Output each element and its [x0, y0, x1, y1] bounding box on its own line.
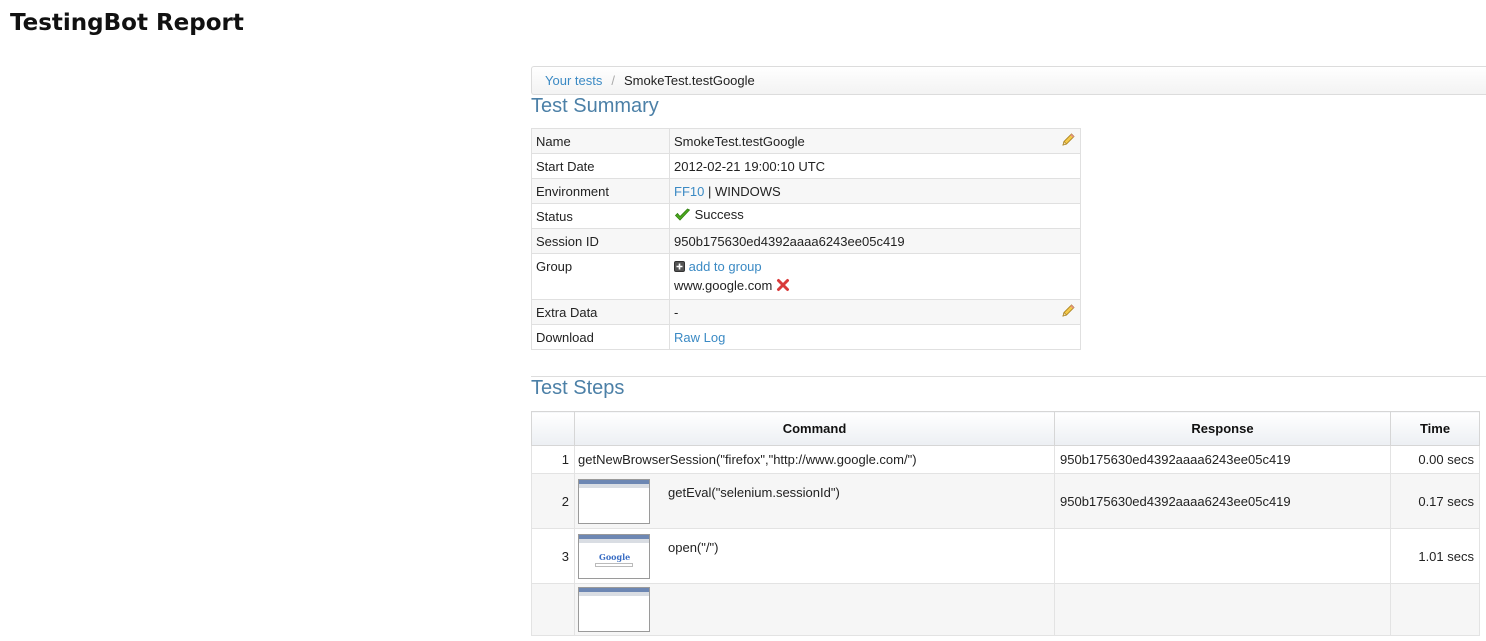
step-response [1054, 583, 1391, 636]
column-header-response: Response [1054, 411, 1391, 446]
step-number: 3 [531, 528, 575, 584]
summary-row-extra-data: Extra Data - [531, 299, 1081, 325]
column-header-time: Time [1390, 411, 1480, 446]
summary-value-cell: SmokeTest.testGoogle [669, 128, 1081, 154]
step-time: 0.17 secs [1390, 473, 1480, 529]
extra-data-cell: - [669, 299, 1081, 325]
step-command-cell: Google open("/") [574, 528, 1055, 584]
column-header-num [531, 411, 575, 446]
screenshot-thumbnail[interactable] [578, 587, 650, 632]
summary-row-status: Status Success [531, 203, 1081, 229]
summary-row-group: Group add to group www.google.com [531, 253, 1081, 300]
breadcrumb-current: SmokeTest.testGoogle [623, 73, 755, 88]
summary-label: Extra Data [531, 299, 670, 325]
breadcrumb-your-tests-link[interactable]: Your tests [545, 73, 602, 88]
os-value: | WINDOWS [704, 183, 781, 199]
summary-label: Session ID [531, 228, 670, 254]
screenshot-thumbnail[interactable]: Google [578, 533, 650, 579]
step-time: 1.01 secs [1390, 528, 1480, 584]
step-response [1054, 528, 1391, 584]
summary-label: Name [531, 128, 670, 154]
summary-label: Status [531, 203, 670, 229]
step-command-cell: getEval("selenium.sessionId") [574, 473, 1055, 529]
add-to-group-link[interactable]: add to group [689, 259, 762, 274]
thumbnail-logo: Google [599, 551, 631, 562]
summary-row-start-date: Start Date 2012-02-21 19:00:10 UTC [531, 153, 1081, 179]
summary-row-environment: Environment FF10 | WINDOWS [531, 178, 1081, 204]
step-number [531, 583, 575, 636]
download-cell: Raw Log [669, 324, 1081, 350]
summary-row-download: Download Raw Log [531, 324, 1081, 350]
group-value-cell: add to group www.google.com [669, 253, 1081, 300]
environment-value: FF10 | WINDOWS [669, 178, 1081, 204]
main-content: Your tests / SmokeTest.testGoogle Test S… [531, 66, 1486, 636]
test-summary-heading: Test Summary [531, 95, 659, 117]
summary-label: Environment [531, 178, 670, 204]
step-time: 0.00 secs [1390, 445, 1480, 474]
extra-data-value: - [674, 304, 679, 320]
status-value: Success [694, 207, 744, 223]
step-response: 950b175630ed4392aaaa6243ee05c419 [1054, 473, 1391, 529]
session-id-value: 950b175630ed4392aaaa6243ee05c419 [669, 228, 1081, 254]
browser-link[interactable]: FF10 [674, 184, 704, 199]
page-title: TestingBot Report [10, 10, 244, 36]
test-steps-table: Command Response Time 1 getNewBrowserSes… [531, 411, 1480, 636]
test-steps-heading: Test Steps [531, 377, 625, 399]
table-row: 1 getNewBrowserSession("firefox","http:/… [531, 445, 1480, 474]
table-row: 2 getEval("selenium.sessionId") 950b1756… [531, 473, 1480, 529]
summary-label: Group [531, 253, 670, 300]
step-command: getEval("selenium.sessionId") [668, 484, 840, 500]
step-command: getNewBrowserSession("firefox","http://w… [574, 445, 1055, 474]
test-name-value: SmokeTest.testGoogle [674, 133, 805, 149]
pencil-icon[interactable] [1060, 132, 1076, 151]
status-value-cell: Success [669, 203, 1081, 229]
summary-row-name: Name SmokeTest.testGoogle [531, 128, 1081, 154]
pencil-icon[interactable] [1060, 303, 1076, 322]
table-row [531, 583, 1480, 636]
step-command: open("/") [668, 539, 719, 555]
breadcrumb-separator: / [611, 73, 615, 88]
checkmark-icon [674, 208, 691, 225]
table-row: 3 Google open("/") 1.01 secs [531, 528, 1480, 584]
raw-log-link[interactable]: Raw Log [674, 330, 725, 345]
step-response: 950b175630ed4392aaaa6243ee05c419 [1054, 445, 1391, 474]
step-number: 1 [531, 445, 575, 474]
plus-square-icon[interactable] [674, 260, 685, 275]
test-summary-table: Name SmokeTest.testGoogle Start Date 201… [531, 128, 1081, 350]
start-date-value: 2012-02-21 19:00:10 UTC [669, 153, 1081, 179]
screenshot-thumbnail[interactable] [578, 478, 650, 524]
breadcrumb: Your tests / SmokeTest.testGoogle [531, 66, 1486, 95]
group-name: www.google.com [674, 278, 773, 294]
steps-header-row: Command Response Time [531, 411, 1480, 446]
step-command-cell [574, 583, 1055, 636]
column-header-command: Command [574, 411, 1055, 446]
summary-row-session-id: Session ID 950b175630ed4392aaaa6243ee05c… [531, 228, 1081, 254]
step-number: 2 [531, 473, 575, 529]
step-time [1390, 583, 1480, 636]
red-x-icon[interactable] [776, 278, 790, 295]
summary-label: Download [531, 324, 670, 350]
summary-label: Start Date [531, 153, 670, 179]
